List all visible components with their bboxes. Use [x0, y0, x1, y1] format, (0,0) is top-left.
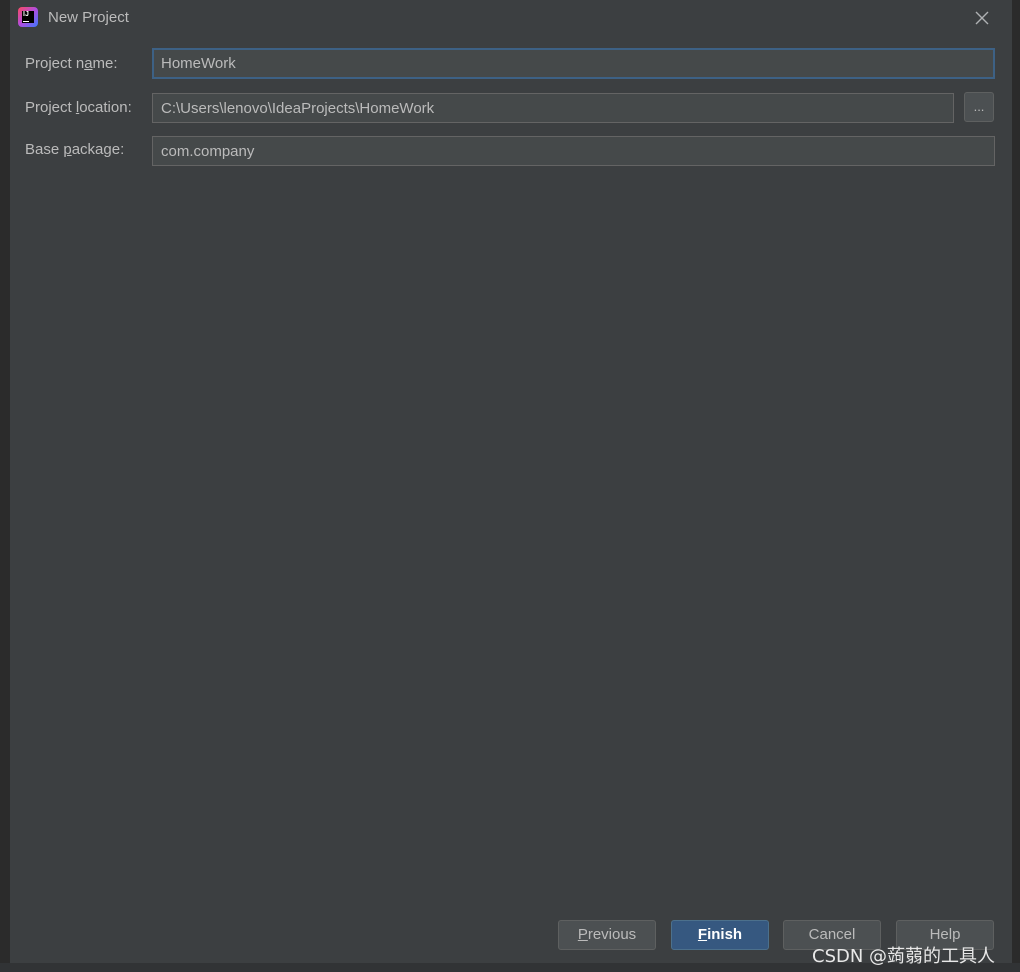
- previous-label: revious: [587, 926, 637, 943]
- new-project-dialog: IJ New Project Project name: Project loc…: [9, 0, 1013, 963]
- finish-mnemonic: F: [697, 926, 708, 943]
- watermark-text: CSDN @蒟蒻的工具人: [812, 946, 996, 967]
- base-package-label: Base package:: [25, 141, 125, 158]
- project-location-label: Project location:: [25, 99, 132, 116]
- browse-location-button[interactable]: ...: [964, 92, 994, 122]
- dialog-title: New Project: [48, 9, 129, 26]
- finish-button[interactable]: Finish: [671, 920, 769, 950]
- dialog-titlebar: IJ New Project: [10, 0, 1012, 36]
- close-button[interactable]: [970, 6, 994, 30]
- previous-mnemonic: P: [577, 926, 588, 943]
- close-icon: [975, 11, 989, 25]
- base-package-input[interactable]: [152, 136, 995, 166]
- project-location-input[interactable]: [152, 93, 954, 123]
- project-name-label: Project name:: [25, 55, 118, 72]
- previous-button[interactable]: Previous: [558, 920, 656, 950]
- project-name-input[interactable]: [152, 48, 995, 79]
- intellij-idea-icon: IJ: [18, 7, 38, 27]
- background-ide-left: [0, 0, 9, 972]
- finish-label: inish: [707, 926, 743, 943]
